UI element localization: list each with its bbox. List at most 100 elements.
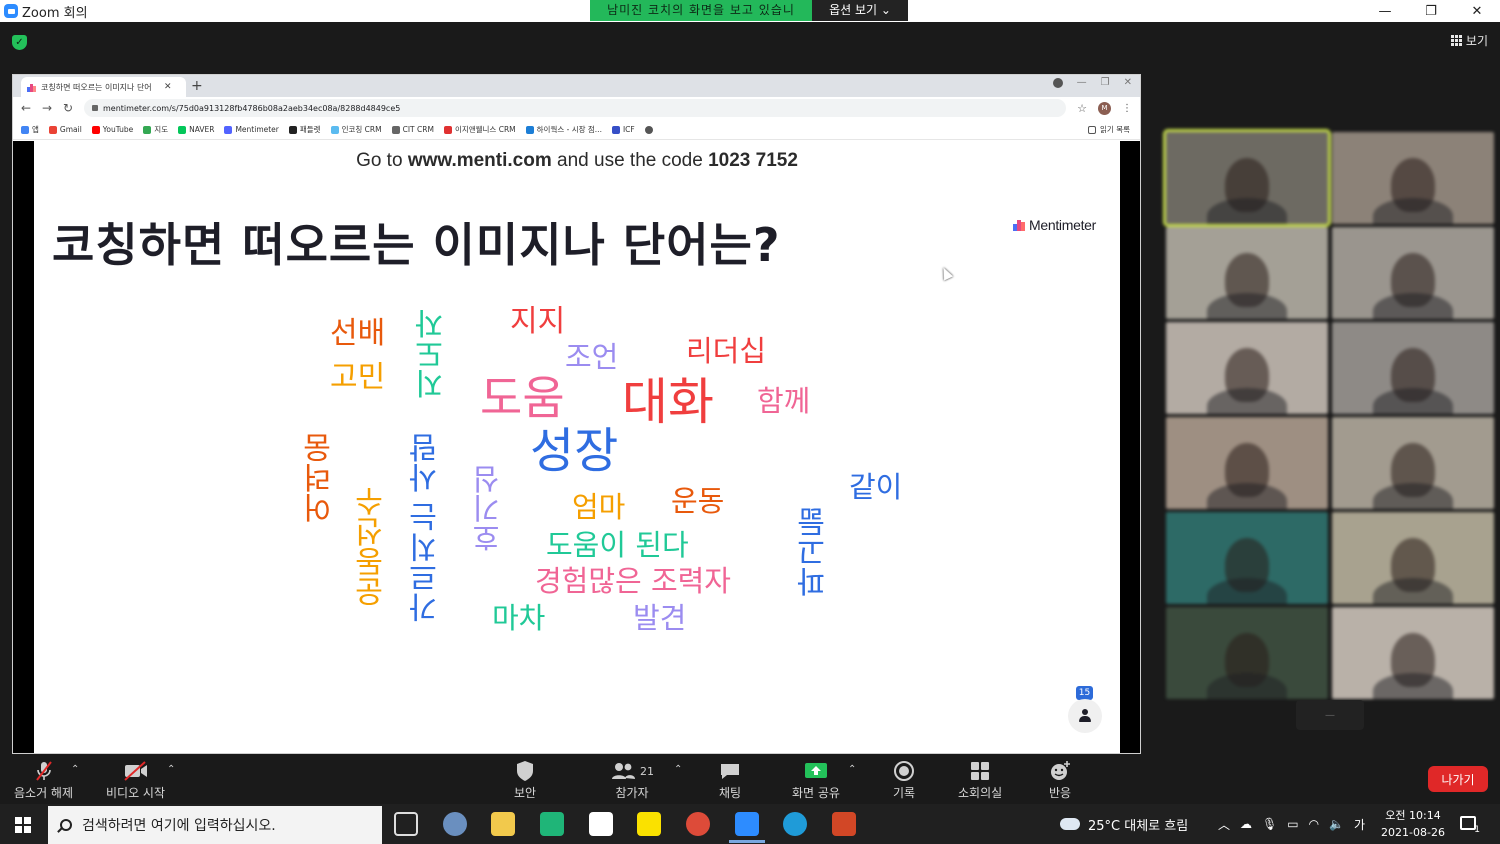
record-icon	[892, 758, 916, 784]
mouse-cursor-icon	[938, 265, 954, 281]
video-tile[interactable]	[1166, 512, 1328, 604]
video-tile[interactable]	[1166, 607, 1328, 699]
ezm-icon	[443, 125, 452, 134]
video-tile[interactable]	[1166, 322, 1328, 414]
bookmark-apps[interactable]: 앱	[21, 124, 39, 135]
bookmark-mentimeter[interactable]: Mentimeter	[224, 125, 279, 134]
video-tile[interactable]	[1166, 227, 1328, 319]
new-tab-icon[interactable]: +	[191, 78, 203, 94]
paint-app-icon[interactable]	[443, 812, 467, 836]
mentimeter-logo-icon	[1013, 219, 1025, 231]
browser-minimize-icon[interactable]: —	[1077, 77, 1087, 88]
file-explorer-icon[interactable]	[491, 812, 515, 836]
chat-bubble-icon	[718, 758, 742, 784]
security-shield-icon[interactable]: ✓	[12, 35, 27, 50]
word-cloud-item: 도움	[480, 371, 565, 425]
notification-center-icon[interactable]: 1	[1460, 816, 1480, 835]
zoom-app-icon[interactable]	[735, 812, 759, 836]
bookmark-youtube[interactable]: YouTube	[91, 125, 133, 134]
ime-indicator[interactable]: 가	[1354, 816, 1365, 833]
powerpoint-icon[interactable]	[832, 812, 856, 836]
chrome-icon[interactable]	[686, 812, 710, 836]
unmute-button[interactable]: 음소거 해제	[14, 758, 73, 801]
video-tile[interactable]	[1332, 322, 1494, 414]
video-options-chevron-icon[interactable]: ⌃	[167, 764, 175, 775]
bookmark-padlet[interactable]: 패들렛	[288, 124, 321, 135]
bookmark-star-icon[interactable]: ☆	[1077, 102, 1087, 115]
taskbar-search-input[interactable]: 검색하려면 여기에 입력하십시오.	[48, 806, 382, 844]
audio-options-chevron-icon[interactable]: ⌃	[71, 764, 79, 775]
weather-widget[interactable]: 25°C 대체로 흐림	[1060, 804, 1188, 844]
tray-chevron-icon[interactable]: ︿	[1218, 816, 1230, 833]
volume-icon[interactable]: 🔈	[1329, 817, 1344, 831]
video-tile[interactable]	[1163, 129, 1331, 227]
browser-tab[interactable]: 코칭하면 떠오르는 이미지나 단어 ✕	[21, 77, 186, 97]
address-bar[interactable]: mentimeter.com/s/75d0a913128fb4786b08a2a…	[84, 99, 1067, 117]
notion-icon[interactable]	[589, 812, 613, 836]
forward-icon[interactable]: →	[42, 101, 52, 115]
zoom-titlebar: Zoom 회의 남미진 코치의 화면을 보고 있습니다. 옵션 보기 ⌄ — ❐…	[0, 0, 1500, 38]
participants-count: 21	[640, 764, 654, 778]
wifi-icon[interactable]: ◠	[1309, 817, 1319, 831]
taskbar-clock[interactable]: 오전 10:14 2021-08-26	[1378, 807, 1448, 841]
bookmark-easywellness-crm[interactable]: 이지앤웰니스 CRM	[443, 124, 516, 135]
restore-icon[interactable]: ❐	[1408, 0, 1454, 22]
word-cloud-item: 발견	[633, 601, 687, 635]
gallery-pager[interactable]: —	[1296, 700, 1364, 730]
word-cloud-item: 고민	[330, 360, 386, 395]
video-tile[interactable]	[1332, 227, 1494, 319]
chat-button[interactable]: 채팅	[718, 758, 742, 801]
kakaotalk-icon[interactable]	[637, 812, 661, 836]
security-button[interactable]: 보안	[514, 758, 536, 801]
reading-list-button[interactable]: 읽기 목록	[1088, 124, 1130, 135]
battery-icon[interactable]: ▭	[1287, 817, 1298, 831]
bookmark-icf[interactable]: ICF	[611, 125, 635, 134]
participants-button[interactable]: 21 참가자	[610, 758, 654, 801]
word-cloud-item: 함께	[757, 384, 811, 418]
video-tile[interactable]	[1332, 417, 1494, 509]
reactions-button[interactable]: 반응	[1048, 758, 1072, 801]
record-button[interactable]: 기록	[892, 758, 916, 801]
question-title: 코칭하면 떠오르는 이미지나 단어는?	[52, 218, 781, 272]
bookmark-hiworks[interactable]: 하이웍스 - 시장 점...	[525, 124, 602, 135]
share-screen-button[interactable]: 화면 공유	[792, 758, 840, 801]
view-button[interactable]: 보기	[1450, 32, 1488, 49]
bookmark-globe[interactable]	[644, 125, 653, 134]
video-tile[interactable]	[1332, 132, 1494, 224]
minimize-icon[interactable]: —	[1362, 0, 1408, 22]
bookmark-maps[interactable]: 지도	[143, 124, 168, 135]
audience-button[interactable]	[1068, 699, 1102, 733]
bookmark-cit-crm[interactable]: CIT CRM	[391, 125, 434, 134]
edge-icon[interactable]	[783, 812, 807, 836]
tab-close-icon[interactable]: ✕	[164, 82, 172, 92]
start-video-button[interactable]: 비디오 시작	[106, 758, 165, 801]
video-tile[interactable]	[1332, 512, 1494, 604]
word-cloud-item: 대화	[622, 373, 714, 431]
video-tile[interactable]	[1166, 417, 1328, 509]
globe-icon	[391, 125, 400, 134]
reload-icon[interactable]: ↻	[63, 101, 73, 115]
view-options-button[interactable]: 옵션 보기 ⌄	[812, 0, 908, 21]
bookmark-gmail[interactable]: Gmail	[48, 125, 82, 134]
menu-kebab-icon[interactable]: ⋮	[1122, 103, 1132, 114]
task-view-icon[interactable]	[394, 812, 418, 836]
microphone-icon[interactable]: 🎙	[1262, 817, 1277, 831]
bookmark-naver[interactable]: NAVER	[178, 125, 214, 134]
bookmark-incoaching-crm[interactable]: 인코칭 CRM	[330, 124, 382, 135]
line-works-icon[interactable]	[540, 812, 564, 836]
breakout-rooms-button[interactable]: 소회의실	[958, 758, 1002, 801]
browser-close-icon[interactable]: ✕	[1124, 77, 1132, 88]
view-label: 보기	[1465, 34, 1488, 48]
share-options-chevron-icon[interactable]: ⌃	[848, 764, 856, 775]
media-control-icon[interactable]	[1052, 77, 1063, 88]
windows-start-icon[interactable]	[15, 817, 31, 833]
participants-chevron-icon[interactable]: ⌃	[674, 764, 682, 775]
leave-meeting-button[interactable]: 나가기	[1428, 766, 1488, 792]
network-alert-icon[interactable]: ☁	[1240, 817, 1252, 831]
naver-icon	[178, 125, 187, 134]
close-icon[interactable]: ✕	[1454, 0, 1500, 22]
profile-avatar[interactable]: M	[1098, 101, 1111, 115]
video-tile[interactable]	[1332, 607, 1494, 699]
back-icon[interactable]: ←	[21, 101, 31, 115]
browser-restore-icon[interactable]: ❐	[1101, 77, 1110, 88]
